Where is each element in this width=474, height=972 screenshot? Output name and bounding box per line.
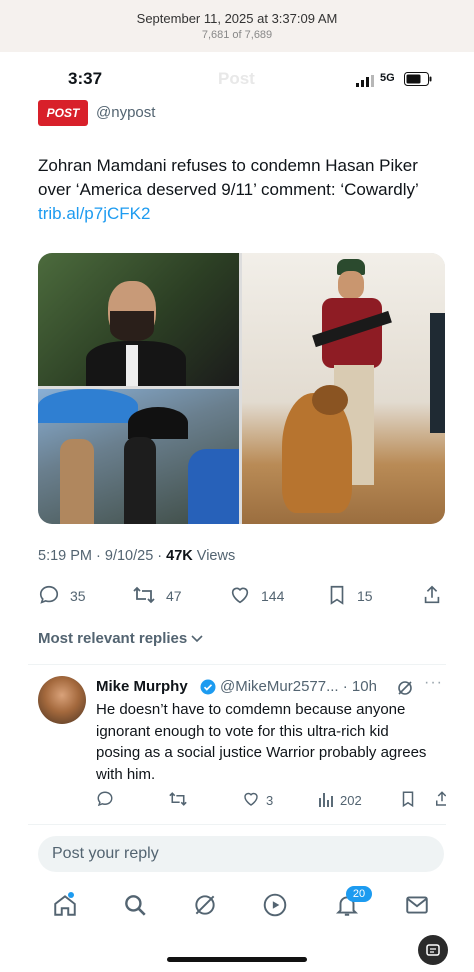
repost-icon — [132, 584, 166, 609]
view-count[interactable]: 47K — [166, 548, 193, 564]
heart-icon — [242, 790, 266, 811]
network-type: 5G — [380, 72, 395, 84]
reply-icon — [96, 790, 120, 811]
verified-badge-icon — [200, 679, 216, 700]
reply-bookmark-button[interactable] — [400, 790, 422, 811]
tweet-meta: 5:19 PM · 9/10/25 · 47K Views — [38, 548, 235, 564]
capture-date: September 11, 2025 at 3:37:09 AM — [136, 11, 338, 26]
notification-badge: 20 — [346, 886, 372, 902]
tweet-body: Zohran Mamdani refuses to condemn Hasan … — [38, 156, 419, 199]
divider — [28, 664, 446, 665]
share-icon — [434, 790, 446, 811]
tweet-actions: 35 47 144 15 — [38, 582, 440, 610]
reply-input[interactable]: Post your reply — [38, 836, 444, 872]
home-indicator[interactable] — [167, 957, 307, 962]
floating-action-icon[interactable] — [418, 935, 448, 965]
grok-icon[interactable] — [192, 892, 218, 923]
signal-icon — [356, 74, 374, 92]
bookmark-button[interactable]: 15 — [327, 582, 373, 610]
bookmark-count: 15 — [357, 588, 373, 604]
reply-count: 35 — [70, 588, 86, 604]
photo-man-portrait[interactable] — [38, 253, 239, 386]
chevron-down-icon — [191, 630, 203, 647]
divider — [28, 824, 446, 825]
tweet-link[interactable]: trib.al/p7jCFK2 — [38, 204, 150, 223]
tweet-text: Zohran Mamdani refuses to condemn Hasan … — [38, 154, 433, 226]
like-count: 144 — [261, 588, 285, 604]
reply-author-handle[interactable]: @MikeMur2577... · 10h — [220, 678, 377, 695]
repost-button[interactable]: 47 — [132, 582, 182, 610]
share-button[interactable] — [422, 582, 446, 610]
reply-author-name[interactable]: Mike Murphy — [96, 678, 188, 695]
photo-count: 7,681 of 7,689 — [201, 29, 273, 41]
reply-icon — [38, 584, 70, 609]
bookmark-icon — [327, 584, 357, 609]
author-handle[interactable]: @nypost — [96, 104, 155, 121]
avatar[interactable] — [38, 676, 86, 724]
repost-count: 47 — [166, 588, 182, 604]
views-label: Views — [192, 548, 236, 564]
reply-like-count: 3 — [266, 793, 274, 808]
like-button[interactable]: 144 — [229, 582, 284, 610]
reply-text: He doesn’t have to comdemn because anyon… — [96, 701, 427, 783]
more-options-icon[interactable]: ··· — [424, 674, 443, 692]
mail-icon[interactable] — [404, 892, 430, 923]
video-icon[interactable] — [262, 892, 288, 923]
battery-icon — [404, 72, 432, 91]
header-title: Post — [218, 69, 255, 88]
bookmark-icon — [400, 790, 422, 811]
nypost-logo[interactable]: POST — [38, 100, 88, 126]
clock: 3:37 — [68, 69, 103, 88]
phone-screen: 3:37 Post 5G POST @nypost Zohran Mamdani… — [28, 52, 446, 972]
reply-like-button[interactable]: 3 — [242, 790, 273, 811]
replies-sort-dropdown[interactable]: Most relevant replies — [38, 630, 203, 647]
repost-icon — [168, 790, 194, 811]
home-icon[interactable] — [52, 892, 78, 923]
reply-view-count: 202 — [340, 793, 362, 808]
tweet-timestamp: 5:19 PM · 9/10/25 · — [38, 548, 167, 564]
reply-button[interactable]: 35 — [38, 582, 86, 610]
media-grid[interactable] — [38, 253, 445, 524]
analytics-icon — [318, 790, 340, 811]
photo-rain-crowd[interactable] — [38, 389, 239, 524]
reply-repost-button[interactable] — [168, 790, 194, 811]
search-icon[interactable] — [122, 892, 148, 923]
bottom-tab-bar: 20 — [28, 886, 446, 926]
reply-item[interactable]: Mike Murphy @MikeMur2577... · 10h ··· He… — [38, 674, 446, 826]
replies-sort-label: Most relevant replies — [38, 630, 188, 647]
heart-icon — [229, 584, 261, 609]
photo-info-banner: September 11, 2025 at 3:37:09 AM 7,681 o… — [0, 0, 474, 52]
author-row[interactable]: POST @nypost — [38, 100, 438, 130]
reply-share-button[interactable] — [434, 790, 446, 811]
reply-views-button[interactable]: 202 — [318, 790, 362, 811]
reply-actions: 3 202 — [96, 790, 446, 814]
share-icon — [422, 584, 446, 609]
reply-reply-button[interactable] — [96, 790, 120, 811]
photo-armed-man-with-dog[interactable] — [242, 253, 445, 524]
status-bar: 3:37 Post 5G — [28, 52, 446, 102]
